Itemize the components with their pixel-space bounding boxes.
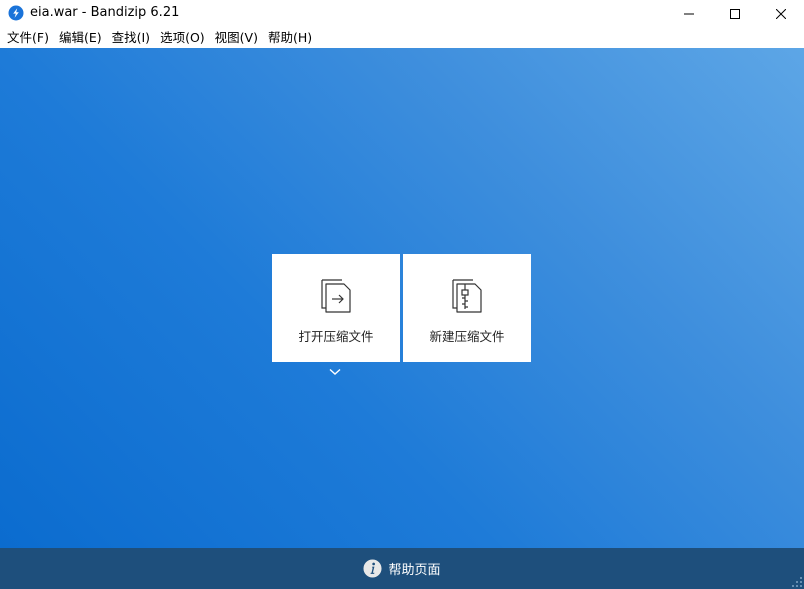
main-panel: 打开压缩文件 新建压缩文件 bbox=[0, 48, 804, 548]
chevron-down-icon[interactable] bbox=[329, 367, 341, 377]
title-bar[interactable]: eia.war - Bandizip 6.21 bbox=[0, 0, 804, 27]
resize-grip-icon[interactable] bbox=[791, 576, 803, 588]
minimize-icon bbox=[684, 13, 694, 14]
menu-help[interactable]: 帮助(H) bbox=[263, 27, 317, 48]
bandizip-logo-icon bbox=[8, 5, 24, 21]
footer-bar: 帮助页面 bbox=[0, 548, 804, 589]
info-icon bbox=[363, 559, 383, 578]
close-icon bbox=[776, 8, 786, 19]
window-title: eia.war - Bandizip 6.21 bbox=[30, 5, 180, 20]
menu-bar: 文件(F) 编辑(E) 查找(I) 选项(O) 视图(V) 帮助(H) bbox=[0, 27, 804, 48]
open-archive-label: 打开压缩文件 bbox=[298, 329, 374, 344]
maximize-icon bbox=[730, 8, 740, 19]
help-page-label: 帮助页面 bbox=[388, 563, 441, 578]
open-archive-button[interactable]: 打开压缩文件 bbox=[272, 254, 400, 362]
menu-edit[interactable]: 编辑(E) bbox=[54, 27, 107, 48]
new-archive-icon bbox=[452, 279, 482, 313]
menu-file[interactable]: 文件(F) bbox=[2, 27, 54, 48]
new-archive-label: 新建压缩文件 bbox=[429, 329, 505, 344]
bandizip-window: eia.war - Bandizip 6.21 文件(F) 编辑(E) 查找(I… bbox=[0, 0, 804, 589]
menu-find[interactable]: 查找(I) bbox=[107, 27, 155, 48]
new-archive-button[interactable]: 新建压缩文件 bbox=[403, 254, 531, 362]
minimize-button[interactable] bbox=[666, 0, 712, 27]
maximize-button[interactable] bbox=[712, 0, 758, 27]
help-page-link[interactable]: 帮助页面 bbox=[363, 559, 441, 578]
menu-options[interactable]: 选项(O) bbox=[155, 27, 210, 48]
close-button[interactable] bbox=[758, 0, 804, 27]
open-archive-icon bbox=[321, 279, 351, 313]
menu-view[interactable]: 视图(V) bbox=[210, 27, 263, 48]
